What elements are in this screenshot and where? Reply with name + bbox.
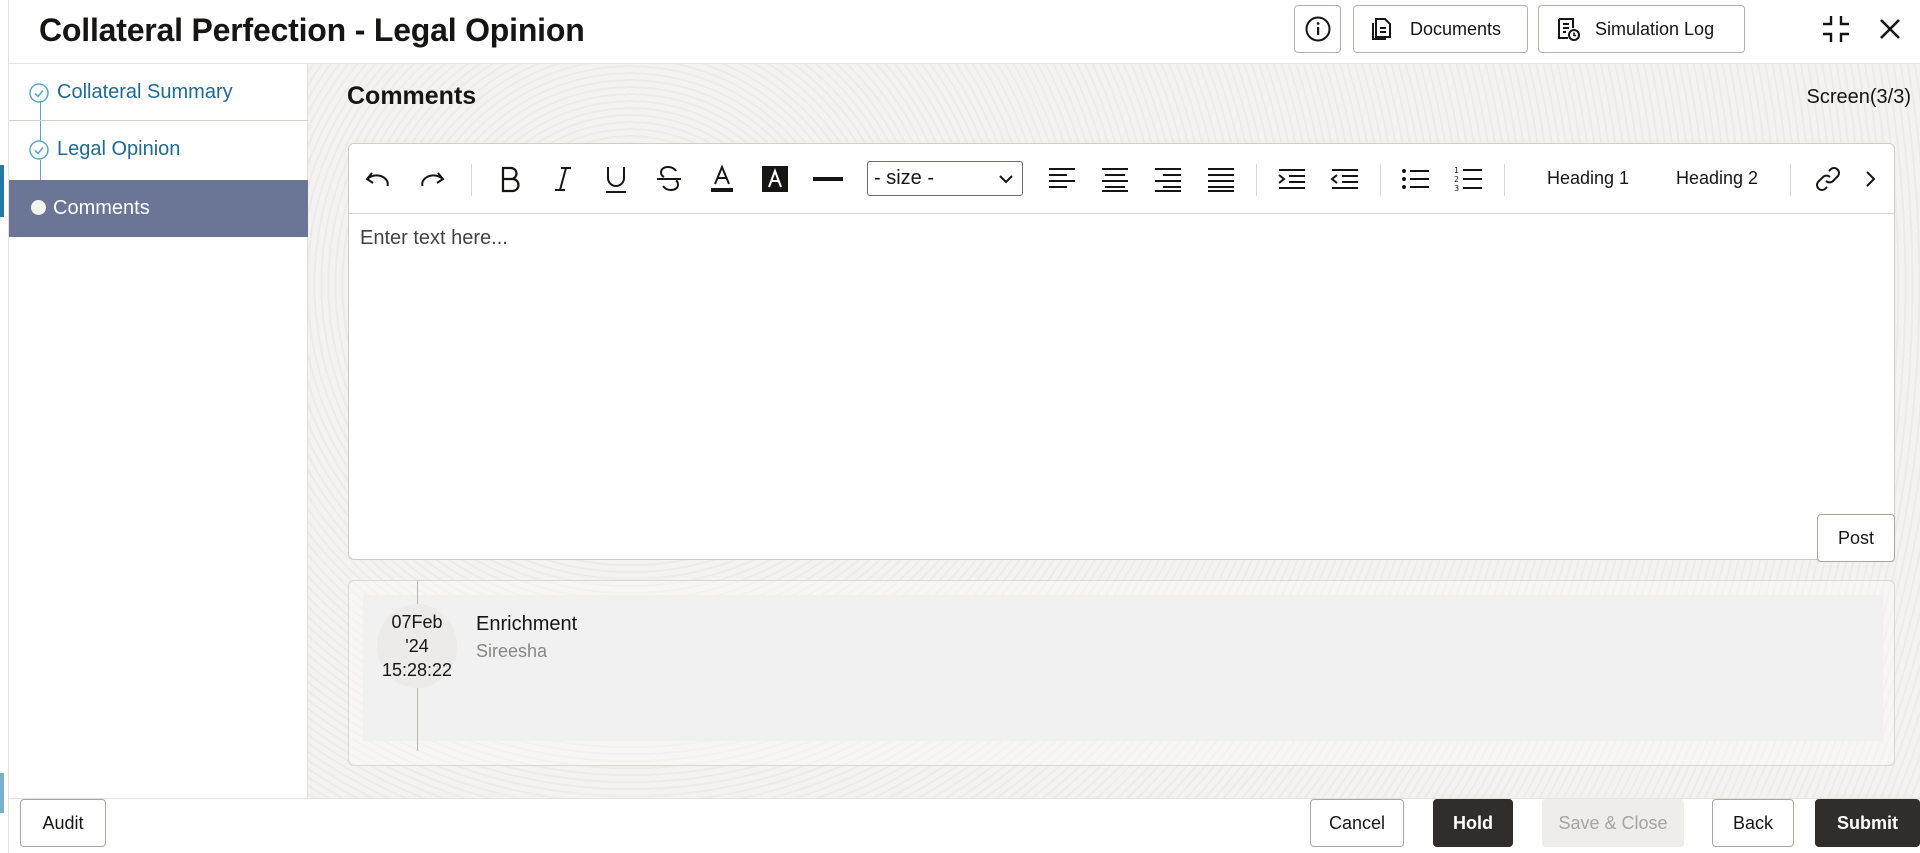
redo-icon[interactable] — [415, 162, 449, 196]
comments-history: 07Feb '24 15:28:22 Enrichment Sireesha — [348, 580, 1895, 766]
step-navigator: Collateral Summary Legal Opinion Comment… — [9, 64, 308, 798]
close-icon[interactable] — [1873, 12, 1907, 46]
main-content: Comments Screen(3/3) - size - 1 2 3 Head… — [308, 64, 1920, 798]
info-icon — [1305, 16, 1330, 42]
log-icon — [1558, 18, 1580, 41]
comment-text-area[interactable]: Enter text here... — [349, 215, 1894, 559]
outdent-icon[interactable] — [1328, 162, 1362, 196]
toolbar-separator — [1790, 164, 1791, 196]
align-left-icon[interactable] — [1045, 162, 1079, 196]
highlight-color-icon[interactable] — [758, 162, 792, 196]
comment-date: 07Feb — [391, 612, 443, 632]
comment-year: '24 — [405, 636, 429, 656]
bullet-list-icon[interactable] — [1399, 162, 1433, 196]
comment-time: 15:28:22 — [381, 660, 453, 680]
left-edge-marker — [0, 773, 4, 813]
check-circle-icon — [29, 83, 49, 103]
save-close-button[interactable]: Save & Close — [1542, 799, 1684, 847]
hold-button[interactable]: Hold — [1433, 799, 1513, 847]
info-button[interactable] — [1294, 5, 1341, 53]
section-title: Comments — [347, 82, 477, 110]
current-step-dot-icon — [31, 200, 46, 215]
align-justify-icon[interactable] — [1204, 162, 1238, 196]
bold-icon[interactable] — [493, 162, 527, 196]
page-title: Collateral Perfection - Legal Opinion — [39, 12, 585, 48]
comment-author: Sireesha — [476, 641, 548, 661]
step-label: Comments — [53, 197, 150, 219]
svg-text:1: 1 — [1454, 166, 1459, 175]
left-edge-marker — [0, 165, 4, 217]
svg-text:3: 3 — [1454, 184, 1459, 193]
horizontal-rule-icon[interactable] — [811, 162, 845, 196]
comment-stage: Enrichment — [476, 613, 578, 635]
text-color-icon[interactable] — [705, 162, 739, 196]
svg-text:2: 2 — [1454, 175, 1459, 184]
font-size-select[interactable]: - size - — [867, 161, 1023, 196]
toolbar-separator — [1380, 164, 1381, 196]
underline-icon[interactable] — [599, 162, 633, 196]
step-label: Legal Opinion — [57, 138, 181, 160]
toolbar-separator — [1504, 164, 1505, 196]
documents-button[interactable]: Documents — [1353, 5, 1528, 53]
chevron-down-icon — [999, 175, 1013, 184]
toolbar-separator — [471, 164, 472, 196]
compress-icon[interactable] — [1819, 12, 1853, 46]
simulation-log-label: Simulation Log — [1595, 18, 1715, 39]
numbered-list-icon[interactable]: 123 — [1452, 162, 1486, 196]
undo-icon[interactable] — [361, 162, 395, 196]
rich-text-editor: - size - 1 2 3 Heading 1 Heading 2 Enter… — [348, 143, 1895, 560]
align-right-icon[interactable] — [1151, 162, 1185, 196]
heading1-button[interactable]: Heading 1 — [1547, 168, 1629, 189]
screen-left-edge — [0, 0, 9, 853]
indent-icon[interactable] — [1275, 162, 1309, 196]
cancel-button[interactable]: Cancel — [1310, 799, 1404, 847]
step-collateral-summary[interactable]: Collateral Summary — [9, 64, 308, 121]
chevron-right-icon[interactable] — [1857, 162, 1885, 196]
post-button[interactable]: Post — [1817, 514, 1895, 562]
step-legal-opinion[interactable]: Legal Opinion — [9, 121, 308, 178]
step-comments[interactable]: Comments — [9, 180, 308, 237]
check-circle-icon — [29, 140, 49, 160]
submit-button[interactable]: Submit — [1815, 799, 1920, 847]
strikethrough-icon[interactable] — [652, 162, 686, 196]
screen-indicator: Screen(3/3) — [1806, 86, 1912, 108]
comment-date-badge: 07Feb '24 15:28:22 — [377, 604, 457, 688]
link-icon[interactable] — [1811, 162, 1845, 196]
header: Collateral Perfection - Legal Opinion Do… — [9, 0, 1920, 64]
editor-toolbar: - size - 1 2 3 Heading 1 Heading 2 — [349, 144, 1894, 214]
step-label: Collateral Summary — [57, 80, 233, 103]
document-icon — [1372, 18, 1391, 40]
heading2-button[interactable]: Heading 2 — [1676, 168, 1758, 189]
documents-label: Documents — [1410, 18, 1502, 39]
footer-actions: Audit Cancel Hold Save & Close Back Subm… — [9, 798, 1920, 853]
back-button[interactable]: Back — [1712, 799, 1794, 847]
simulation-log-button[interactable]: Simulation Log — [1538, 5, 1745, 53]
italic-icon[interactable] — [546, 162, 580, 196]
font-size-value: - size - — [874, 167, 934, 189]
align-center-icon[interactable] — [1098, 162, 1132, 196]
comment-item: 07Feb '24 15:28:22 Enrichment Sireesha — [363, 581, 1883, 751]
audit-button[interactable]: Audit — [20, 799, 106, 847]
toolbar-separator — [1256, 164, 1257, 196]
